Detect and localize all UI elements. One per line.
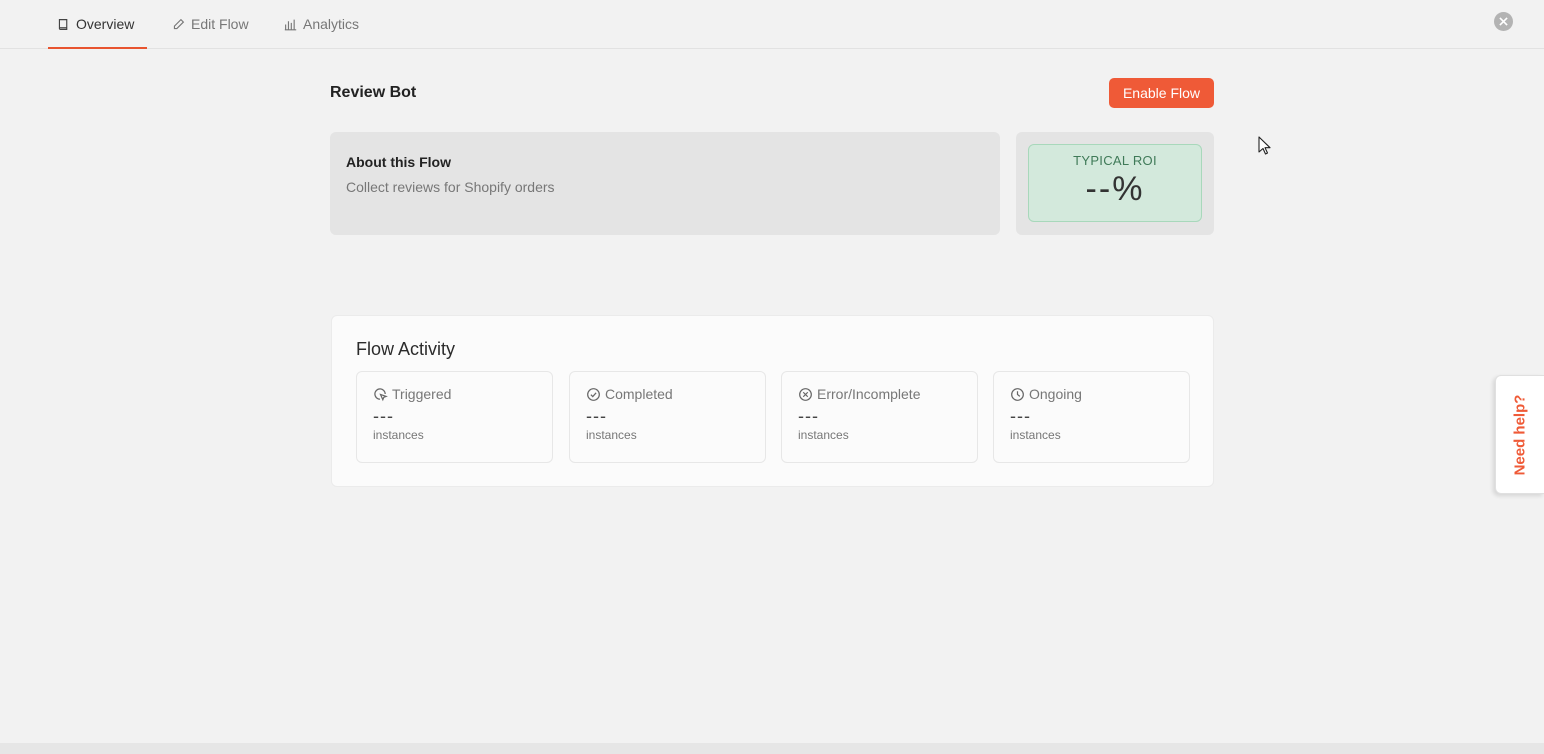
- tab-analytics-label: Analytics: [303, 16, 360, 32]
- roi-box: TYPICAL ROI --%: [1028, 144, 1202, 222]
- stat-ongoing: Ongoing --- instances: [993, 371, 1190, 463]
- roi-card: TYPICAL ROI --%: [1016, 132, 1214, 235]
- roi-value: --%: [1085, 170, 1145, 208]
- top-nav: Overview Edit Flow Analytics: [0, 0, 1544, 49]
- flow-activity-panel: Flow Activity Triggered --- instances Co…: [331, 315, 1214, 487]
- stat-value: ---: [373, 406, 394, 426]
- enable-flow-button[interactable]: Enable Flow: [1109, 78, 1214, 108]
- check-circle-icon: [587, 387, 600, 401]
- tab-edit-flow[interactable]: Edit Flow: [172, 0, 249, 48]
- stat-value: ---: [798, 406, 819, 426]
- cursor-click-icon: [374, 387, 388, 401]
- stat-label: Completed: [605, 386, 673, 402]
- stat-unit: instances: [1010, 428, 1061, 442]
- flow-activity-title: Flow Activity: [356, 339, 456, 359]
- tab-analytics[interactable]: Analytics: [284, 0, 359, 48]
- tab-overview-label: Overview: [76, 16, 135, 32]
- stat-value: ---: [1010, 406, 1031, 426]
- about-card: About this Flow Collect reviews for Shop…: [330, 132, 1000, 235]
- close-icon: [1499, 17, 1508, 26]
- stat-unit: instances: [798, 428, 849, 442]
- about-title: About this Flow: [346, 154, 451, 170]
- bar-chart-icon: [284, 19, 297, 30]
- page-title: Review Bot: [330, 84, 417, 101]
- close-button[interactable]: [1494, 12, 1513, 31]
- need-help-tab[interactable]: Need help?: [1495, 375, 1544, 494]
- need-help-label: Need help?: [1511, 394, 1529, 475]
- tab-edit-flow-label: Edit Flow: [191, 16, 249, 32]
- stat-error-incomplete: Error/Incomplete --- instances: [781, 371, 978, 463]
- stat-unit: instances: [586, 428, 637, 442]
- stat-unit: instances: [373, 428, 424, 442]
- bottom-strip: [0, 743, 1544, 754]
- stat-triggered: Triggered --- instances: [356, 371, 553, 463]
- pencil-icon: [173, 18, 185, 29]
- about-description: Collect reviews for Shopify orders: [346, 179, 555, 195]
- stat-label: Error/Incomplete: [817, 386, 921, 402]
- mouse-pointer-icon: [1258, 136, 1271, 155]
- tab-overview[interactable]: Overview: [48, 0, 147, 49]
- stat-label: Triggered: [392, 386, 452, 402]
- stat-label: Ongoing: [1029, 386, 1082, 402]
- stat-value: ---: [586, 406, 607, 426]
- book-icon: [58, 18, 68, 30]
- x-circle-icon: [799, 387, 812, 401]
- roi-label: TYPICAL ROI: [1073, 153, 1157, 168]
- clock-icon: [1011, 387, 1024, 401]
- stat-completed: Completed --- instances: [569, 371, 766, 463]
